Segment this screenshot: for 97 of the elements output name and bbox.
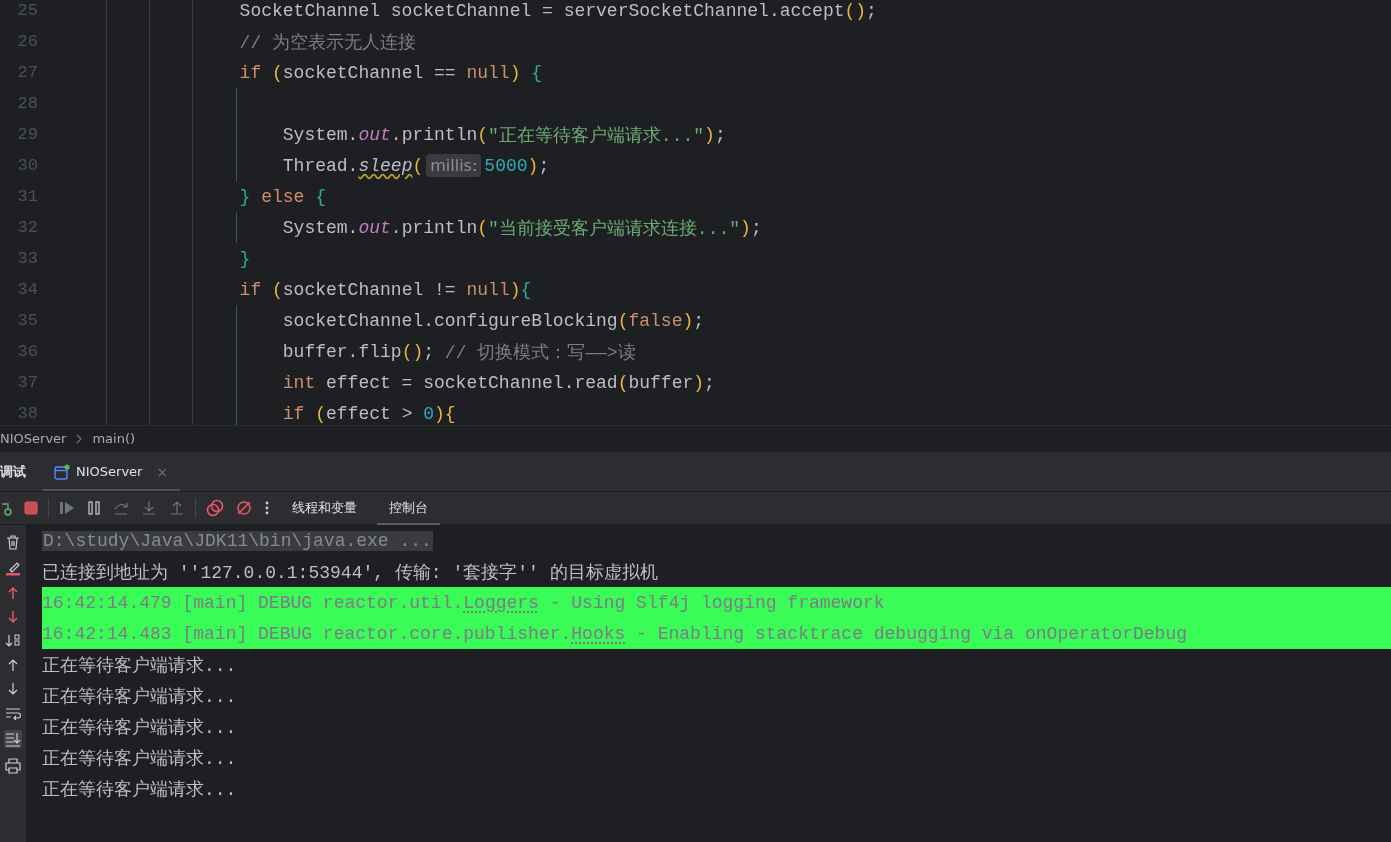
bracket: ) (527, 155, 539, 176)
log-line: 16:42:14.483 [main] DEBUG reactor.core.publisher.Hooks - Enabling stacktrace debugging via onOperatorDebug (42, 623, 1187, 644)
bracket: { (520, 279, 532, 300)
keyword: null (466, 279, 510, 300)
bracket: () (401, 341, 424, 362)
up-arrow-icon[interactable] (7, 658, 19, 672)
window-icon (54, 463, 70, 480)
keyword: int (282, 372, 316, 393)
step-into-icon[interactable] (141, 500, 157, 516)
print-icon[interactable] (5, 758, 21, 774)
up-arrow-icon[interactable] (7, 586, 19, 600)
code-text: SocketChannel socketChannel = serverSocketChannel.accept (239, 0, 845, 21)
code-text: Thread. (282, 155, 359, 176)
code-text: ; (538, 155, 550, 176)
keyword: if (239, 62, 262, 83)
bracket: ) (693, 372, 705, 393)
keyword: if (239, 279, 262, 300)
step-out-icon[interactable] (169, 500, 185, 516)
field-name: out (358, 124, 391, 145)
string-literal: "正在等待客户端请求..." (488, 124, 705, 147)
clear-brush-icon[interactable] (5, 560, 21, 576)
bracket: ( (477, 124, 489, 145)
down-arrow-icon[interactable] (7, 610, 19, 624)
code-text: socketChannel != (282, 279, 457, 300)
bracket: ) (704, 124, 715, 145)
step-over-icon[interactable] (113, 500, 129, 516)
console-line: 正在等待客户端请求... (42, 654, 237, 677)
bracket: ) (509, 279, 521, 300)
resume-icon[interactable] (59, 501, 75, 515)
console-line: 正在等待客户端请求... (42, 685, 237, 708)
bracket: { (531, 62, 543, 83)
bracket: ( (272, 279, 283, 300)
run-tab[interactable]: NIOServer × (42, 451, 181, 492)
breadcrumb-item[interactable]: NIOServer (0, 431, 67, 446)
bracket: ) (682, 310, 694, 331)
code-text: socketChannel.configureBlocking (282, 310, 618, 331)
trash-icon[interactable] (6, 534, 20, 550)
console-line: 正在等待客户端请求... (42, 778, 237, 801)
code-text: System. (282, 217, 359, 238)
more-icon[interactable] (264, 500, 270, 516)
bracket: } (239, 186, 251, 207)
code-comment: // 为空表示无人连接 (239, 31, 416, 54)
stop-icon[interactable] (24, 501, 38, 515)
console-line: 正在等待客户端请求... (42, 716, 237, 739)
log-line: 16:42:14.479 [main] DEBUG reactor.util.Loggers - Using Slf4j logging framework (42, 592, 885, 613)
bracket: ( (617, 310, 629, 331)
keyword: else (261, 186, 305, 207)
field-name: out (358, 217, 391, 238)
code-text: ; (704, 372, 715, 393)
bracket: } (239, 248, 251, 269)
bracket: ) (434, 403, 445, 424)
view-tab[interactable]: 线程和变量 (280, 491, 369, 525)
bracket: () (844, 0, 867, 21)
scroll-to-end-icon[interactable] (4, 730, 22, 748)
breadcrumb-item[interactable]: main() (92, 431, 136, 446)
bracket: { (444, 403, 456, 424)
code-text: socketChannel == (282, 62, 457, 83)
code-text: ; (750, 217, 762, 238)
code-text: buffer.flip (282, 341, 402, 362)
bracket: ( (315, 403, 326, 424)
code-text: ; (693, 310, 705, 331)
code-text: effect > (326, 403, 414, 424)
method-name: sleep (358, 155, 413, 176)
sort-icon[interactable] (5, 634, 21, 648)
bracket: ( (412, 155, 424, 176)
breakpoints-icon[interactable] (206, 499, 224, 517)
bracket: ) (509, 62, 521, 83)
code-text: .println (390, 217, 478, 238)
bracket: ) (740, 217, 751, 238)
code-text: System. (282, 124, 359, 145)
number-literal: 0 (423, 403, 435, 424)
code-text: ; (866, 0, 877, 21)
pause-icon[interactable] (87, 501, 101, 515)
down-arrow-icon[interactable] (7, 682, 19, 696)
code-text: ; (423, 341, 435, 362)
soft-wrap-icon[interactable] (5, 706, 21, 720)
code-text: ; (714, 124, 726, 145)
bracket: ( (272, 62, 283, 83)
bracket: ( (477, 217, 489, 238)
code-text: effect = socketChannel.read (326, 372, 618, 393)
console-line: 已连接到地址为 ''127.0.0.1:53944', 传输: '套接字'' 的目标虚拟机 (42, 561, 658, 584)
parameter-hint: millis: (426, 154, 482, 177)
chevron-icon (76, 433, 83, 444)
code-text: .println (390, 124, 478, 145)
keyword: null (466, 62, 510, 83)
mute-breakpoints-icon[interactable] (236, 500, 252, 516)
code-text: buffer (628, 372, 694, 393)
rerun-icon[interactable] (2, 500, 12, 516)
panel-title: 调试 (0, 462, 27, 481)
code-comment: // 切换模式：写——>读 (444, 341, 636, 364)
bracket: ( (617, 372, 629, 393)
number-literal: 5000 (484, 155, 528, 176)
keyword: false (628, 310, 683, 331)
string-literal: "当前接受客户端请求连接..." (488, 217, 741, 240)
keyword: if (282, 403, 305, 424)
console-line: 正在等待客户端请求... (42, 747, 237, 770)
bracket: { (315, 186, 327, 207)
